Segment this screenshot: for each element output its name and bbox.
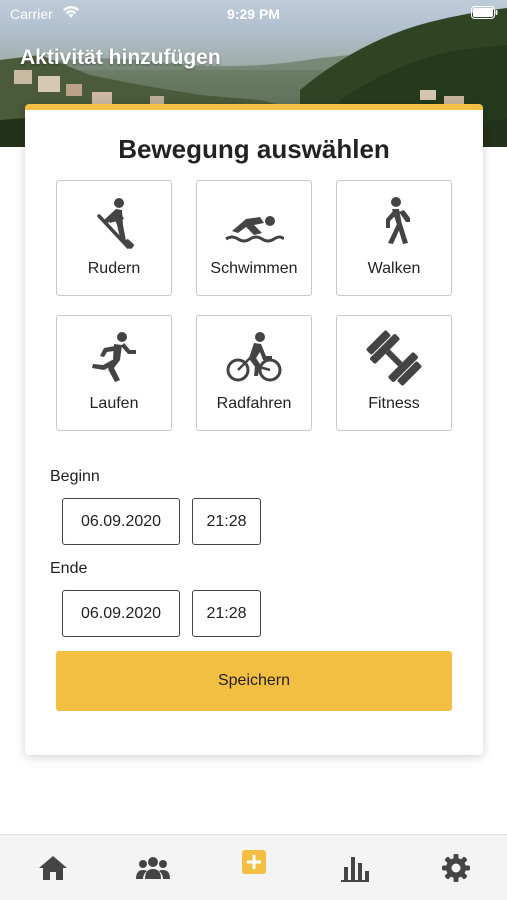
end-date-value: 06.09.2020 xyxy=(80,604,162,622)
activity-label: Schwimmen xyxy=(210,260,298,277)
walking-icon xyxy=(337,195,451,251)
activity-label: Fitness xyxy=(368,395,420,412)
activity-label: Walken xyxy=(367,260,421,277)
status-bar: Carrier 9:29 PM xyxy=(0,0,507,28)
settings-icon xyxy=(441,854,470,882)
tab-add-activity[interactable] xyxy=(203,835,304,900)
tab-statistics[interactable] xyxy=(304,835,405,900)
save-button-label: Speichern xyxy=(217,672,291,689)
activity-label: Laufen xyxy=(89,395,139,412)
start-label: Beginn xyxy=(50,468,100,485)
group-icon xyxy=(135,857,170,879)
end-time-value: 21:28 xyxy=(206,604,247,622)
status-time: 9:29 PM xyxy=(227,6,280,22)
card-title: Bewegung auswählen xyxy=(118,134,390,164)
dumbbell-icon xyxy=(337,330,451,386)
save-button[interactable]: Speichern xyxy=(56,651,452,711)
activity-tile-fitness[interactable]: Fitness xyxy=(336,315,452,431)
battery-icon xyxy=(471,6,498,22)
start-time-value: 21:28 xyxy=(206,512,247,530)
activity-label: Rudern xyxy=(87,260,141,277)
tab-home[interactable] xyxy=(2,835,103,900)
activity-tile-running[interactable]: Laufen xyxy=(56,315,172,431)
tab-settings[interactable] xyxy=(405,835,506,900)
rowing-icon xyxy=(57,195,171,251)
start-time-field[interactable]: 21:28 xyxy=(192,498,261,545)
activity-tile-rowing[interactable]: Rudern xyxy=(56,180,172,296)
tab-groups[interactable] xyxy=(102,835,203,900)
running-icon xyxy=(57,330,171,386)
end-label: Ende xyxy=(50,560,88,577)
start-date-field[interactable]: 06.09.2020 xyxy=(62,498,180,545)
activity-label: Radfahren xyxy=(216,395,292,412)
page-title: Aktivität hinzufügen xyxy=(20,46,221,69)
activity-tile-swimming[interactable]: Schwimmen xyxy=(196,180,312,296)
home-icon xyxy=(38,856,67,880)
end-date-field[interactable]: 06.09.2020 xyxy=(62,590,180,637)
swimming-icon xyxy=(197,195,311,251)
start-date-value: 06.09.2020 xyxy=(80,512,162,530)
statistics-icon xyxy=(340,857,369,882)
activity-tile-walking[interactable]: Walken xyxy=(336,180,452,296)
end-time-field[interactable]: 21:28 xyxy=(192,590,261,637)
activity-tile-cycling[interactable]: Radfahren xyxy=(196,315,312,431)
cycling-icon xyxy=(197,330,311,386)
tab-bar xyxy=(0,834,507,900)
add-activity-card: Bewegung auswählen Rudern Schwimmen Walk… xyxy=(25,104,483,755)
add-icon xyxy=(241,850,266,874)
